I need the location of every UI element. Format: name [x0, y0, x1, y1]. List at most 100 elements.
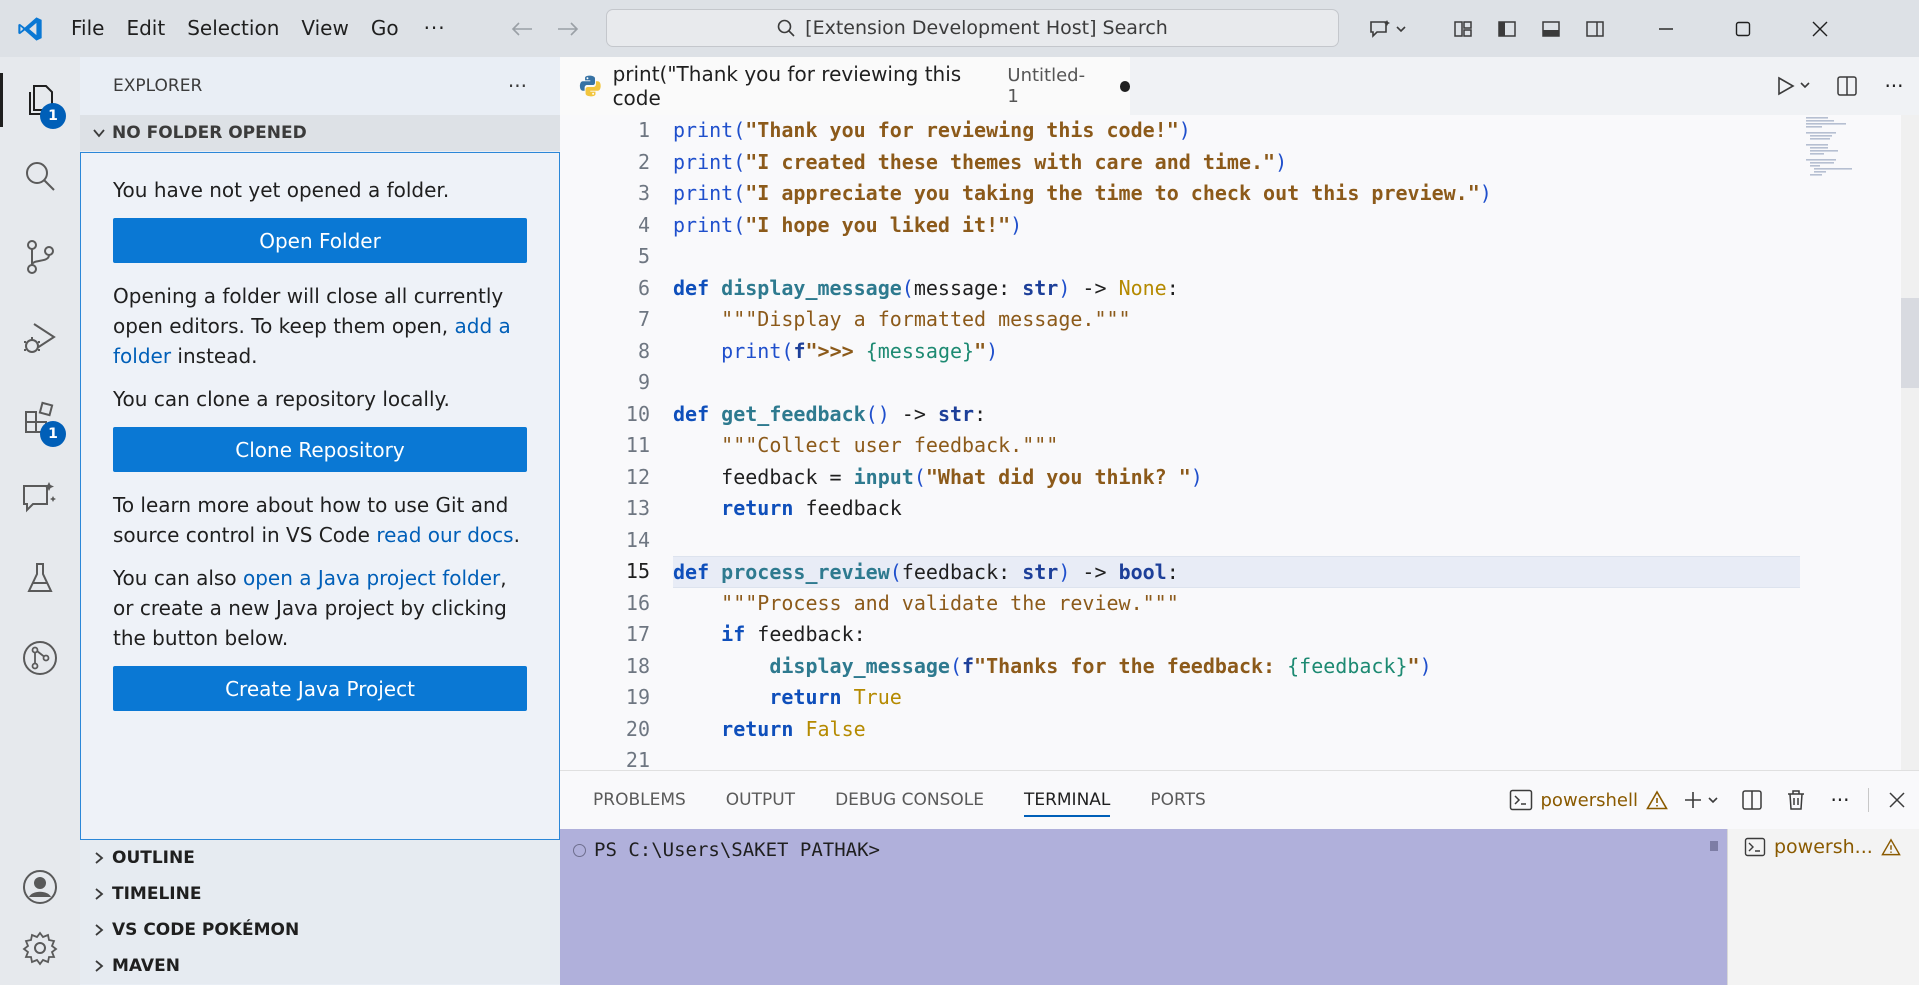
read-docs-link[interactable]: read our docs [376, 523, 513, 547]
extensions-icon[interactable]: 1 [0, 383, 80, 453]
extensions-badge: 1 [40, 421, 66, 447]
menu-go[interactable]: Go [360, 0, 410, 57]
line-number: 18 [625, 653, 650, 678]
menu-edit[interactable]: Edit [115, 0, 176, 57]
testing-flask-icon[interactable] [0, 543, 80, 613]
run-python-icon[interactable] [1765, 57, 1825, 115]
source-control-icon[interactable] [0, 222, 80, 292]
customize-layout-icon[interactable] [1441, 0, 1485, 57]
tab-problems[interactable]: PROBLEMS [593, 771, 686, 829]
maximize-icon[interactable] [1704, 0, 1781, 57]
close-panel-icon[interactable] [1875, 771, 1919, 829]
panel-more-icon[interactable]: ··· [1818, 771, 1862, 829]
search-icon [777, 19, 795, 37]
account-icon[interactable] [0, 852, 80, 922]
terminal-scroll-thumb[interactable] [1710, 841, 1718, 851]
search-activity-icon[interactable] [0, 141, 80, 211]
terminal-list-label: powersh... [1774, 836, 1873, 858]
code-line: """Collect user feedback.""" [721, 433, 1059, 457]
terminal-list-item-powershell[interactable]: powersh... [1728, 829, 1919, 865]
line-number: 15 [625, 559, 650, 583]
menu-view[interactable]: View [290, 0, 359, 57]
open-java-project-link[interactable]: open a Java project folder [243, 566, 500, 590]
maven-title: MAVEN [112, 956, 180, 976]
tab-description: Untitled-1 [1007, 65, 1086, 107]
minimap[interactable] [1798, 115, 1918, 770]
line-number: 5 [637, 244, 650, 268]
warning-icon [1881, 838, 1901, 856]
editor-more-icon[interactable]: ··· [1869, 57, 1919, 115]
split-terminal-icon[interactable] [1730, 771, 1774, 829]
toggle-panel-icon[interactable] [1529, 0, 1573, 57]
no-folder-section-header[interactable]: NO FOLDER OPENED [80, 115, 560, 151]
clone-repository-button[interactable]: Clone Repository [113, 427, 527, 472]
no-folder-welcome: You have not yet opened a folder. Open F… [80, 152, 560, 840]
toggle-primary-sidebar-icon[interactable] [1485, 0, 1529, 57]
settings-gear-icon[interactable] [0, 913, 80, 983]
run-debug-icon[interactable] [0, 303, 80, 373]
tab-debug-console[interactable]: DEBUG CONSOLE [835, 771, 984, 829]
maven-section-header[interactable]: MAVEN [80, 948, 560, 984]
open-folder-note-end: instead. [171, 344, 258, 368]
clone-text: You can clone a repository locally. [113, 387, 450, 411]
chat-icon[interactable] [0, 463, 80, 533]
explorer-icon[interactable]: 1 [0, 65, 80, 135]
outline-section-header[interactable]: OUTLINE [80, 840, 560, 876]
forward-arrow-icon[interactable] [556, 17, 580, 41]
command-center-search[interactable]: [Extension Development Host] Search [606, 9, 1339, 47]
timeline-title: TIMELINE [112, 884, 202, 904]
tab-output[interactable]: OUTPUT [726, 771, 795, 829]
search-text: [Extension Development Host] Search [805, 17, 1168, 39]
copilot-chat-icon[interactable] [1355, 0, 1419, 57]
line-number: 13 [625, 496, 650, 520]
line-number: 21 [625, 748, 650, 770]
chevron-right-icon [86, 959, 112, 973]
line-number: 6 [637, 275, 650, 300]
open-folder-button[interactable]: Open Folder [113, 218, 527, 263]
terminal-shell-selector[interactable]: powershell [1503, 771, 1675, 829]
pull-requests-icon[interactable] [0, 623, 80, 693]
editor-scrollbar[interactable] [1901, 115, 1919, 770]
line-number: 16 [625, 590, 650, 615]
menu-file[interactable]: File [60, 0, 115, 57]
line-number: 20 [625, 716, 650, 741]
new-terminal-icon[interactable] [1674, 771, 1730, 829]
editor-actions: ··· [1765, 57, 1919, 115]
terminal-scrollbar[interactable] [1702, 829, 1727, 985]
split-editor-icon[interactable] [1825, 57, 1869, 115]
command-decoration-icon[interactable] [573, 843, 586, 857]
create-java-project-button[interactable]: Create Java Project [113, 666, 527, 711]
close-icon[interactable] [1781, 0, 1858, 57]
panel-divider [1868, 788, 1869, 812]
tab-untitled-1[interactable]: print("Thank you for reviewing this code… [560, 57, 1130, 115]
terminal-icon [1744, 837, 1766, 857]
chevron-down-icon [86, 128, 112, 138]
tab-terminal[interactable]: TERMINAL [1023, 771, 1111, 829]
git-docs-end: . [513, 523, 520, 547]
menu-more[interactable]: ··· [410, 0, 460, 57]
minimize-icon[interactable] [1627, 0, 1704, 57]
code-line-active: def process_review(feedback: str) -> boo… [673, 556, 1800, 588]
no-folder-section-title: NO FOLDER OPENED [112, 123, 307, 143]
toggle-secondary-sidebar-icon[interactable] [1573, 0, 1617, 57]
timeline-section-header[interactable]: TIMELINE [80, 876, 560, 912]
terminal-view[interactable]: PS C:\Users\SAKET PATHAK> [560, 829, 1702, 985]
code-content[interactable]: print("Thank you for reviewing this code… [673, 115, 1873, 770]
unsaved-dot-icon[interactable] [1119, 80, 1130, 92]
tab-ports[interactable]: PORTS [1150, 771, 1205, 829]
kill-terminal-trash-icon[interactable] [1774, 771, 1818, 829]
editor-scroll-thumb[interactable] [1901, 298, 1919, 388]
back-arrow-icon[interactable] [510, 17, 534, 41]
code-line: print("I hope you liked it!") [673, 212, 1023, 237]
line-number: 19 [625, 685, 650, 709]
line-number-gutter: 1 2 3 4 5 6 7 8 9 10 11 12 13 14 15 16 17 18 19 20 21 [560, 115, 670, 770]
line-number: 7 [637, 307, 650, 331]
explorer-more-button[interactable]: ··· [508, 74, 527, 98]
code-editor[interactable]: 1 2 3 4 5 6 7 8 9 10 11 12 13 14 15 16 17 18 19 20 21 print(… [560, 115, 1919, 770]
activity-bar: 1 1 [0, 57, 80, 985]
line-number: 1 [637, 118, 650, 142]
pokemon-section-header[interactable]: VS CODE POKÉMON [80, 912, 560, 948]
menu-selection[interactable]: Selection [176, 0, 290, 57]
bottom-panel: PROBLEMS OUTPUT DEBUG CONSOLE TERMINAL P… [560, 770, 1919, 985]
line-number: 3 [637, 181, 650, 205]
